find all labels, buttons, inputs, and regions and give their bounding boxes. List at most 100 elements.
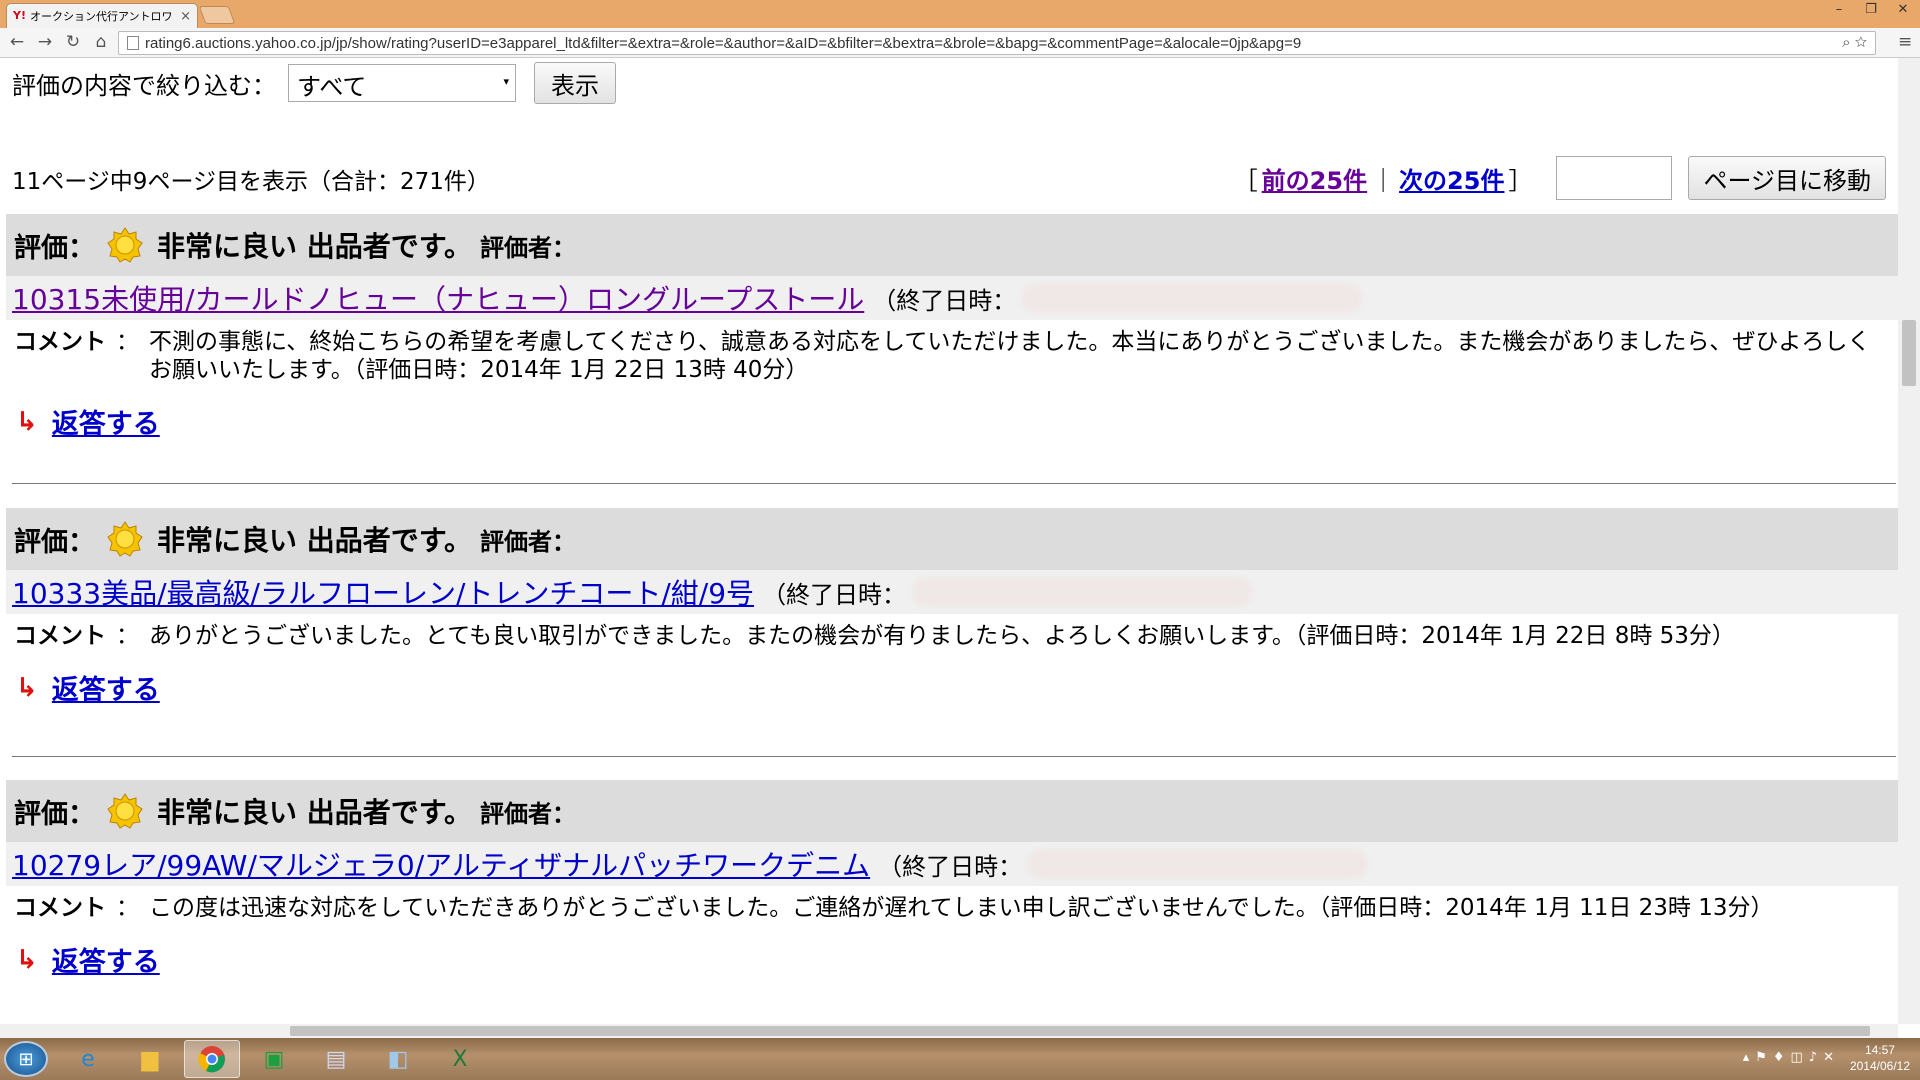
rating-label: 評価： [14, 526, 95, 558]
pagination-separator: ｜ [1371, 166, 1396, 195]
menu-icon[interactable]: ≡ [1898, 32, 1912, 52]
rater-label: 評価者： [479, 527, 576, 556]
filter-select[interactable]: すべて ▾ [288, 64, 516, 102]
start-button[interactable]: ⊞ [4, 1041, 48, 1077]
rater-label: 評価者： [479, 233, 576, 262]
pagination-nav: ［ 前の25件 ｜ 次の25件 ］ ページ目に移動 [1234, 156, 1886, 200]
review-item: 評価： 非常に良い 出品者です。 評価者： 10333美品/最高級/ラルフローレ… [6, 508, 1898, 707]
rating-text: 非常に良い 出品者です。 [157, 230, 472, 263]
review-item: 評価： 非常に良い 出品者です。 評価者： 10279レア/99AW/マルジェラ… [6, 780, 1898, 979]
reply-link[interactable]: 返答する [52, 940, 160, 979]
comment-text: ありがとうございました。とても良い取引ができました。またの機会が有りましたら、よ… [149, 623, 1735, 649]
reply-link[interactable]: 返答する [52, 668, 160, 707]
review-header: 評価： 非常に良い 出品者です。 評価者： [6, 508, 1898, 570]
redacted-area [912, 577, 1253, 607]
page-number-input[interactable] [1556, 156, 1673, 200]
goto-page-button[interactable]: ページ目に移動 [1688, 156, 1886, 200]
store-icon[interactable]: ▣ [246, 1040, 302, 1078]
chrome-icon[interactable] [184, 1040, 240, 1078]
zoom-icon[interactable]: ⌕ [1842, 34, 1850, 51]
divider [12, 483, 1896, 484]
vertical-scrollbar[interactable] [1898, 58, 1920, 1024]
clock-date: 2014/06/12 [1849, 1059, 1910, 1073]
page-content: 評価の内容で絞り込む： すべて ▾ 表示 11ページ中9ページ目を表示（合計：2… [0, 58, 1898, 1024]
redacted-area [1022, 283, 1363, 313]
vertical-scroll-thumb[interactable] [1902, 320, 1916, 386]
rater-label: 評価者： [479, 799, 576, 828]
filter-show-button[interactable]: 表示 [534, 62, 616, 104]
forward-icon[interactable]: → [34, 32, 56, 52]
end-time-label: （終了日時： [762, 580, 907, 609]
tab-title: オークション代行アントロワ（オ [30, 10, 181, 23]
address-bar[interactable]: rating6.auctions.yahoo.co.jp/jp/show/rat… [118, 31, 1876, 55]
reply-row: ↳ 返答する [6, 668, 1898, 707]
home-icon[interactable]: ⌂ [90, 32, 112, 52]
minimize-icon[interactable]: – [1824, 2, 1854, 17]
prev-page-link[interactable]: 前の25件 [1262, 161, 1367, 196]
taskbar: ⊞ e ▆ ▣ ▤ ◧ X ▴⚑♦◫♪✕ 14:57 2014/06/12 [0, 1038, 1920, 1080]
divider [12, 756, 1896, 757]
notes-icon[interactable]: ◧ [370, 1040, 426, 1078]
reload-icon[interactable]: ↻ [62, 32, 84, 52]
review-item-row: 10315未使用/カールドノヒュー（ナヒュー）ロングループストール （終了日時： [6, 276, 1898, 320]
restore-icon[interactable]: ❐ [1856, 2, 1886, 17]
yahoo-favicon-icon: Y! [13, 9, 26, 22]
review-item-row: 10333美品/最高級/ラルフローレン/トレンチコート/紺/9号 （終了日時： [6, 570, 1898, 614]
new-tab-button[interactable] [198, 6, 236, 24]
comment-text: この度は迅速な対応をしていただきありがとうございました。ご連絡が遅れてしまい申し… [149, 895, 1774, 921]
horizontal-scrollbar[interactable] [0, 1024, 1898, 1038]
review-comment: コメント： この度は迅速な対応をしていただきありがとうございました。ご連絡が遅れ… [14, 895, 1774, 921]
reply-row: ↳ 返答する [6, 940, 1898, 979]
url-text: rating6.auctions.yahoo.co.jp/jp/show/rat… [145, 34, 1302, 52]
next-page-link[interactable]: 次の25件 [1399, 161, 1504, 196]
browser-tab[interactable]: Y! オークション代行アントロワ（オ × [6, 3, 198, 28]
chevron-down-icon: ▾ [503, 75, 509, 88]
end-time-label: （終了日時： [878, 852, 1023, 881]
comment-label: コメント [14, 895, 106, 921]
filter-selected-value: すべて [297, 73, 367, 101]
reply-arrow-icon: ↳ [16, 406, 38, 437]
back-icon[interactable]: ← [6, 32, 28, 52]
excel-icon[interactable]: X [432, 1040, 488, 1078]
review-header: 評価： 非常に良い 出品者です。 評価者： [6, 214, 1898, 276]
rating-label: 評価： [14, 232, 95, 264]
comment-label: コメント [14, 623, 106, 649]
review-comment: コメント： ありがとうございました。とても良い取引ができました。またの機会が有り… [14, 623, 1735, 649]
sun-rating-icon [107, 793, 143, 829]
end-time-label: （終了日時： [872, 286, 1017, 315]
item-link[interactable]: 10315未使用/カールドノヒュー（ナヒュー）ロングループストール [12, 278, 864, 318]
clock[interactable]: 14:57 2014/06/12 [1850, 1042, 1910, 1074]
review-comment: コメント： 不測の事態に、終始こちらの希望を考慮してくださり、誠意ある対応をして… [6, 320, 1898, 384]
horizontal-scroll-thumb[interactable] [290, 1026, 1870, 1036]
page-icon [127, 36, 139, 50]
internet-explorer-icon[interactable]: e [60, 1040, 116, 1078]
browser-toolbar: ← → ↻ ⌂ rating6.auctions.yahoo.co.jp/jp/… [0, 28, 1920, 58]
review-item-row: 10279レア/99AW/マルジェラ0/アルティザナルパッチワークデニム （終了… [6, 842, 1898, 886]
filter-row: 評価の内容で絞り込む： すべて ▾ 表示 [12, 62, 616, 104]
reply-link[interactable]: 返答する [52, 402, 160, 441]
comment-text: 不測の事態に、終始こちらの希望を考慮してくださり、誠意ある対応をしていただけまし… [149, 329, 1871, 383]
file-explorer-icon[interactable]: ▆ [122, 1040, 178, 1078]
rating-text: 非常に良い 出品者です。 [157, 796, 472, 829]
rating-text: 非常に良い 出品者です。 [157, 524, 472, 557]
close-window-icon[interactable]: ✕ [1888, 2, 1918, 17]
reply-arrow-icon: ↳ [16, 944, 38, 975]
reply-row: ↳ 返答する [6, 402, 1898, 441]
browser-titlebar: Y! オークション代行アントロワ（オ × – ❐ ✕ [0, 0, 1920, 28]
sun-rating-icon [107, 227, 143, 263]
review-header: 評価： 非常に良い 出品者です。 評価者： [6, 780, 1898, 842]
bracket-open: ［ [1233, 166, 1258, 195]
tab-close-icon[interactable]: × [180, 9, 191, 24]
system-tray-icons[interactable]: ▴⚑♦◫♪✕ [1743, 1050, 1840, 1065]
app-icon[interactable]: ▤ [308, 1040, 364, 1078]
review-item: 評価： 非常に良い 出品者です。 評価者： 10315未使用/カールドノヒュー（… [6, 214, 1898, 441]
item-link[interactable]: 10279レア/99AW/マルジェラ0/アルティザナルパッチワークデニム [12, 844, 870, 884]
redacted-area [1028, 849, 1369, 879]
reply-arrow-icon: ↳ [16, 672, 38, 703]
comment-label: コメント [14, 329, 106, 355]
item-link[interactable]: 10333美品/最高級/ラルフローレン/トレンチコート/紺/9号 [12, 572, 754, 612]
filter-label: 評価の内容で絞り込む： [12, 71, 276, 100]
bookmark-star-icon[interactable]: ☆ [1855, 34, 1867, 51]
sun-rating-icon [107, 521, 143, 557]
rating-label: 評価： [14, 798, 95, 830]
